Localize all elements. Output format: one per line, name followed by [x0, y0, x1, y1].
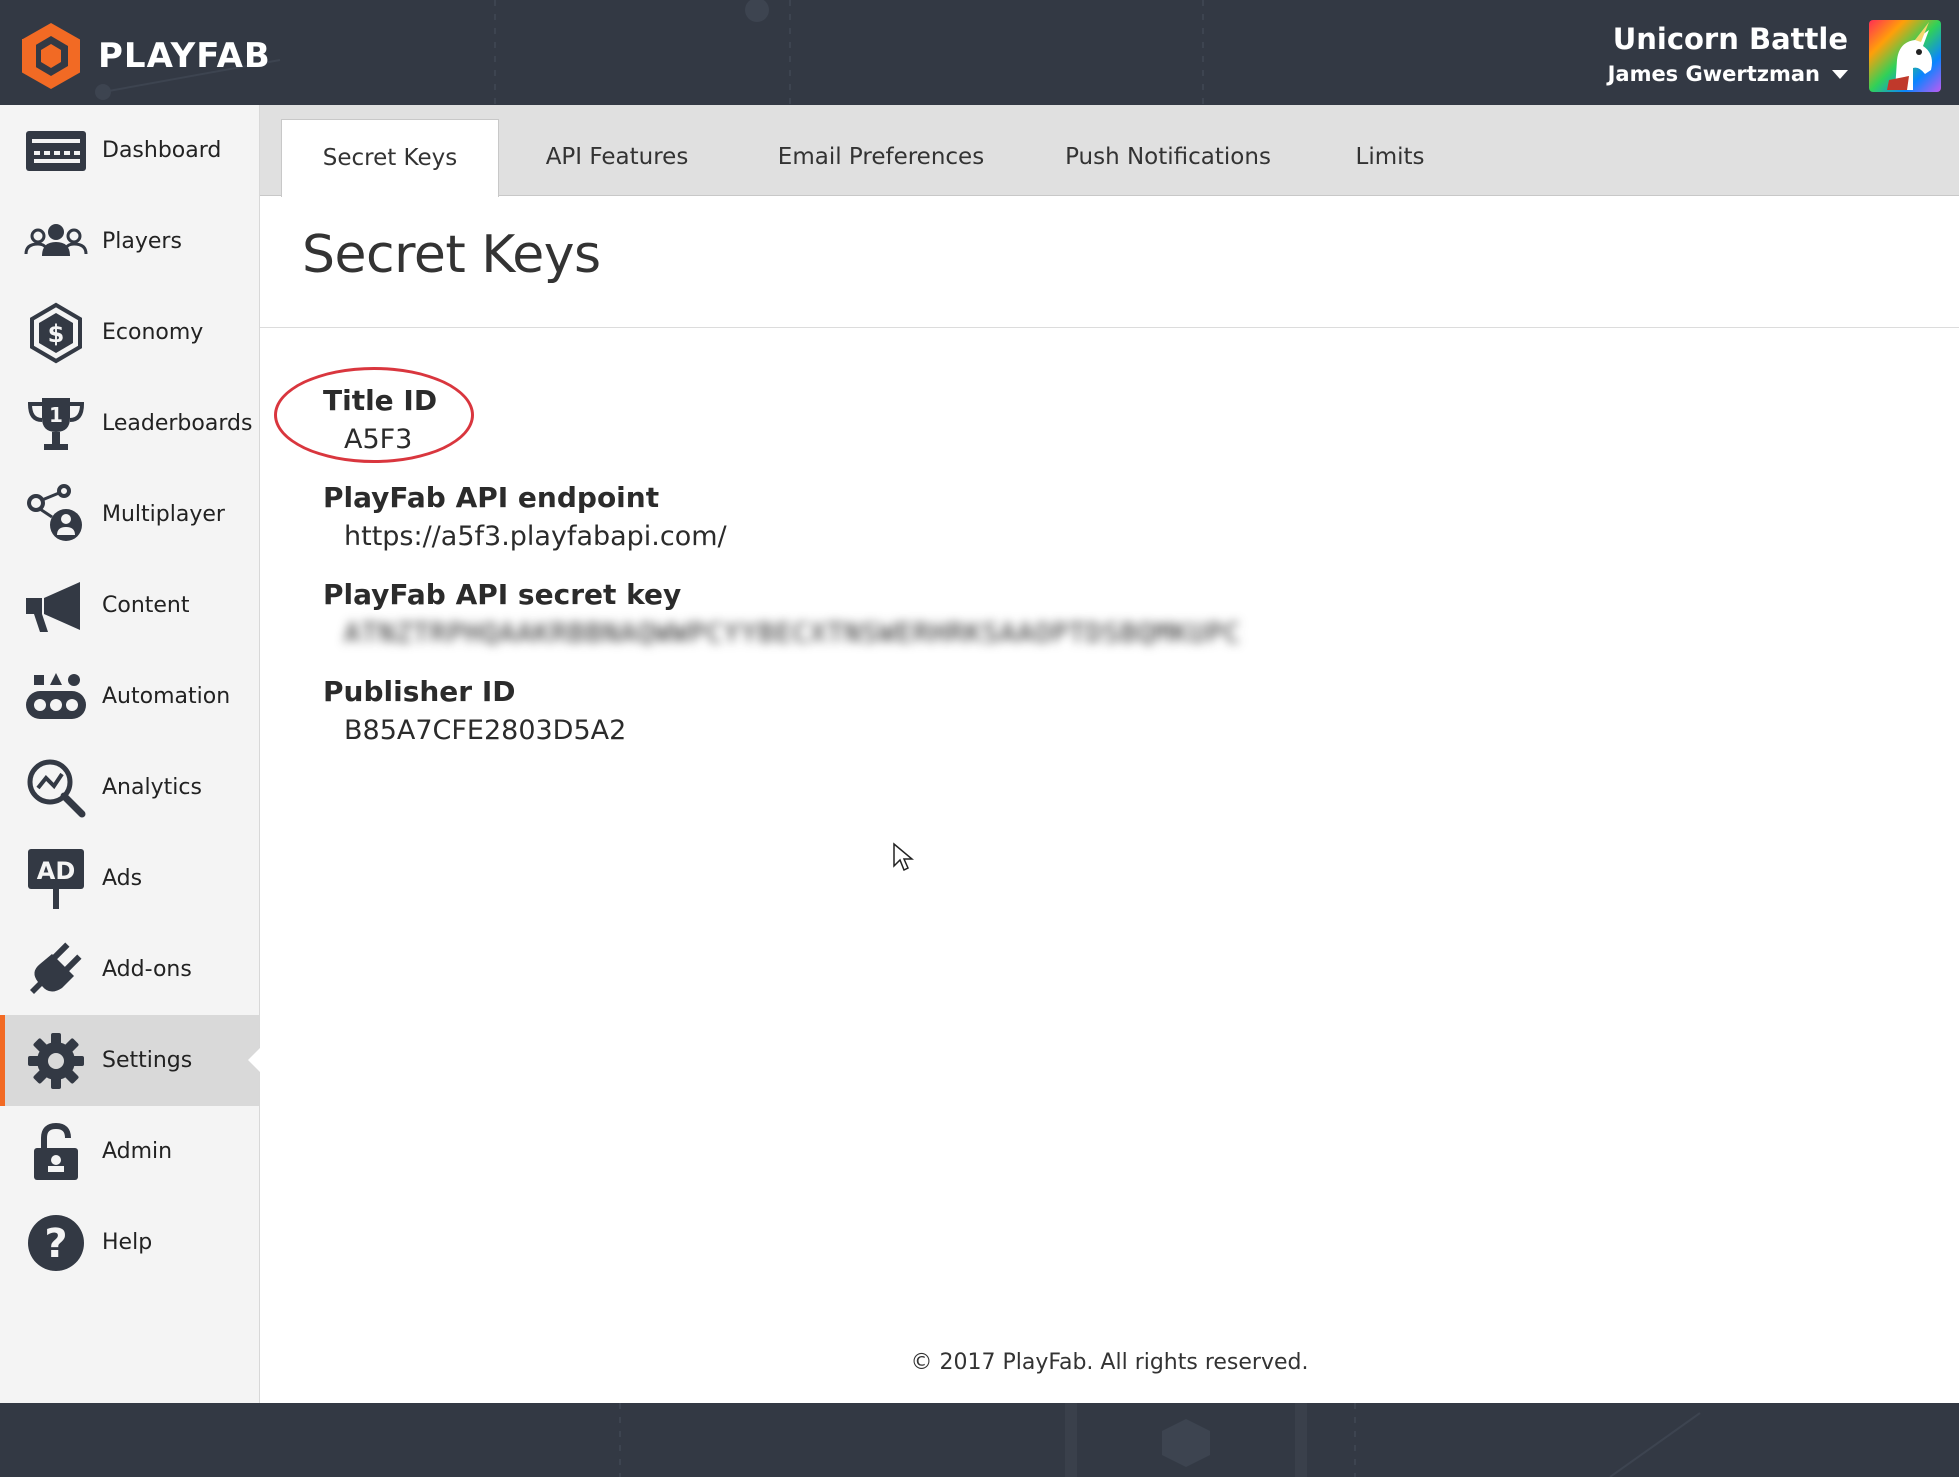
main-content: Secret Keys API Features Email Preferenc…	[260, 105, 1959, 1403]
sidebar-item-label: Players	[102, 229, 182, 254]
playfab-logo-icon	[22, 23, 80, 89]
sidebar-item-economy[interactable]: $ Economy	[0, 287, 259, 378]
title-id-field: Title ID A5F3	[323, 383, 437, 457]
tab-push-notifications[interactable]: Push Notifications	[1043, 119, 1293, 196]
sidebar-item-label: Dashboard	[102, 138, 222, 163]
sidebar-item-content[interactable]: Content	[0, 560, 259, 651]
api-endpoint-label: PlayFab API endpoint	[323, 481, 660, 514]
tab-email-preferences[interactable]: Email Preferences	[756, 119, 1006, 196]
trophy-icon: 1	[24, 392, 88, 456]
sidebar-item-label: Add-ons	[102, 957, 192, 982]
api-endpoint-field: PlayFab API endpoint https://a5f3.playfa…	[323, 480, 727, 554]
bottom-band	[0, 1403, 1959, 1477]
footer-background-pattern	[619, 1403, 1701, 1477]
svg-text:$: $	[48, 320, 65, 348]
sidebar-item-label: Automation	[102, 684, 231, 709]
help-icon: ?	[24, 1211, 88, 1275]
user-menu[interactable]: James Gwertzman	[1608, 62, 1848, 86]
sidebar-item-label: Ads	[102, 866, 143, 891]
user-name: James Gwertzman	[1607, 62, 1820, 86]
title-id-value[interactable]: A5F3	[344, 423, 437, 457]
playfab-logo[interactable]: PLAYFAB	[18, 20, 271, 92]
sidebar-item-automation[interactable]: Automation	[0, 651, 259, 742]
title-user-block: Unicorn Battle James Gwertzman	[1608, 20, 1848, 86]
sidebar-item-label: Leaderboards	[102, 411, 253, 436]
sidebar-item-leaderboards[interactable]: 1 Leaderboards	[0, 378, 259, 469]
api-secret-key-field: PlayFab API secret key ATNZTRPHQAAKRBBNA…	[323, 577, 1241, 651]
sidebar-item-ads[interactable]: AD Ads	[0, 833, 259, 924]
sidebar-item-label: Admin	[102, 1139, 173, 1164]
megaphone-icon	[24, 574, 88, 638]
lock-icon	[24, 1120, 88, 1184]
unicorn-avatar-icon	[1869, 20, 1941, 92]
sidebar-item-label: Analytics	[102, 775, 202, 800]
players-icon	[24, 210, 88, 274]
sidebar-nav: Dashboard Players $ Economy 1 Leaderboar…	[0, 105, 260, 1403]
publisher-id-label: Publisher ID	[323, 675, 516, 708]
multiplayer-icon	[24, 483, 88, 547]
sidebar-item-label: Economy	[102, 320, 204, 345]
publisher-id-field: Publisher ID B85A7CFE2803D5A2	[323, 674, 626, 748]
svg-text:?: ?	[44, 1221, 67, 1267]
tab-api-features[interactable]: API Features	[522, 119, 712, 196]
api-secret-key-label: PlayFab API secret key	[323, 578, 682, 611]
footer-copyright: © 2017 PlayFab. All rights reserved.	[910, 1350, 1309, 1375]
analytics-icon	[24, 756, 88, 820]
dashboard-icon	[24, 119, 88, 183]
svg-text:1: 1	[49, 403, 63, 427]
sidebar-item-add-ons[interactable]: Add-ons	[0, 924, 259, 1015]
svg-text:AD: AD	[37, 857, 76, 885]
gear-icon	[24, 1029, 88, 1093]
sidebar-item-players[interactable]: Players	[0, 196, 259, 287]
tab-secret-keys[interactable]: Secret Keys	[281, 119, 499, 197]
publisher-id-value[interactable]: B85A7CFE2803D5A2	[344, 714, 626, 748]
economy-icon: $	[24, 301, 88, 365]
game-title[interactable]: Unicorn Battle	[1608, 20, 1848, 58]
tab-limits[interactable]: Limits	[1335, 119, 1445, 196]
title-id-label: Title ID	[323, 384, 438, 417]
top-header: PLAYFAB Unicorn Battle James Gwertzman	[0, 0, 1959, 105]
divider	[260, 327, 1959, 328]
avatar[interactable]	[1869, 20, 1941, 92]
sidebar-item-help[interactable]: ? Help	[0, 1197, 259, 1288]
sidebar-item-settings[interactable]: Settings	[0, 1015, 260, 1106]
sidebar-item-label: Settings	[102, 1048, 193, 1073]
logo-text: PLAYFAB	[98, 36, 271, 76]
settings-tabs: Secret Keys API Features Email Preferenc…	[260, 105, 1959, 197]
chevron-down-icon[interactable]	[1832, 69, 1848, 79]
api-endpoint-value[interactable]: https://a5f3.playfabapi.com/	[344, 520, 727, 554]
page-title: Secret Keys	[302, 225, 601, 285]
automation-icon	[24, 665, 88, 729]
sidebar-item-dashboard[interactable]: Dashboard	[0, 105, 259, 196]
sidebar-item-multiplayer[interactable]: Multiplayer	[0, 469, 259, 560]
sidebar-item-admin[interactable]: Admin	[0, 1106, 259, 1197]
mouse-cursor-icon	[893, 842, 914, 872]
ads-icon: AD	[24, 847, 88, 911]
api-secret-key-value[interactable]: ATNZTRPHQAAKRBBNAQWWPCYYBECXTNSWERHRKSAA…	[344, 617, 1241, 651]
sidebar-item-label: Multiplayer	[102, 502, 225, 527]
sidebar-item-analytics[interactable]: Analytics	[0, 742, 259, 833]
plug-icon	[24, 938, 88, 1002]
sidebar-item-label: Help	[102, 1230, 153, 1255]
sidebar-item-label: Content	[102, 593, 190, 618]
